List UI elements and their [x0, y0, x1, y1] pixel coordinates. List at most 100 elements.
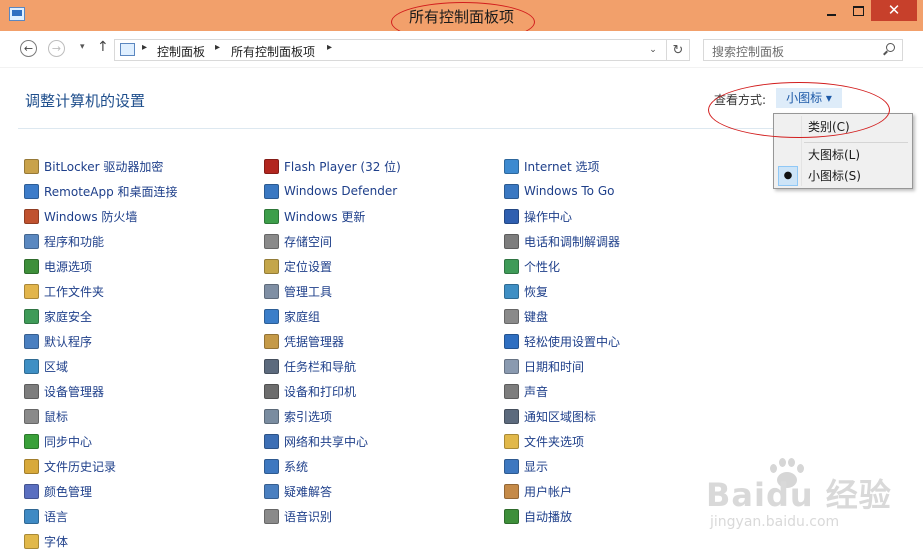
up-button[interactable]: ↑ [97, 39, 109, 55]
close-button[interactable]: ✕ [871, 0, 917, 21]
control-panel-item-label: 家庭安全 [44, 309, 93, 324]
menu-item-large-icons[interactable]: 大图标(L) [776, 145, 910, 165]
search-input[interactable]: 搜索控制面板 [703, 39, 903, 61]
control-panel-item[interactable]: Internet 选项 [504, 155, 599, 177]
control-panel-item-label: Internet 选项 [524, 159, 600, 174]
autoplay-icon [504, 508, 519, 524]
breadcrumb-separator-icon[interactable]: ▸ [142, 42, 147, 53]
control-panel-item-label: 显示 [524, 459, 549, 474]
control-panel-item-label: 电源选项 [44, 259, 93, 274]
control-panel-item-label: Windows 更新 [284, 209, 366, 224]
control-panel-item[interactable]: Windows 防火墙 [24, 205, 137, 227]
control-panel-item-label: 鼠标 [44, 409, 69, 424]
control-panel-item-label: 管理工具 [284, 284, 333, 299]
control-panel-item[interactable]: 管理工具 [264, 280, 332, 302]
control-panel-item-label: 默认程序 [44, 334, 93, 349]
back-button[interactable]: ← [20, 40, 37, 57]
control-panel-item[interactable]: 语言 [24, 505, 68, 527]
control-panel-item[interactable]: 自动播放 [504, 505, 572, 527]
control-panel-item[interactable]: 设备管理器 [24, 380, 104, 402]
address-history-dropdown[interactable]: ⌄ [644, 40, 662, 60]
control-panel-item[interactable]: 程序和功能 [24, 230, 104, 252]
control-panel-item[interactable]: 设备和打印机 [264, 380, 356, 402]
control-panel-item[interactable]: 字体 [24, 530, 68, 552]
breadcrumb-control-panel[interactable]: 控制面板 [157, 43, 205, 60]
control-panel-item[interactable]: 系统 [264, 455, 308, 477]
control-panel-item[interactable]: 个性化 [504, 255, 560, 277]
storage-spaces-icon [264, 233, 279, 249]
close-icon: ✕ [887, 1, 901, 19]
admin-tools-icon [264, 283, 279, 299]
control-panel-item-label: Windows 防火墙 [44, 209, 138, 224]
control-panel-item[interactable]: 任务栏和导航 [264, 355, 356, 377]
control-panel-item[interactable]: 同步中心 [24, 430, 92, 452]
display-icon [504, 458, 519, 474]
minimize-button[interactable] [818, 0, 844, 21]
defender-icon [264, 183, 279, 199]
control-panel-item[interactable]: 鼠标 [24, 405, 68, 427]
keyboard-icon [504, 308, 519, 324]
control-panel-item[interactable]: 通知区域图标 [504, 405, 596, 427]
control-panel-item[interactable]: Flash Player (32 位) [264, 155, 401, 177]
control-panel-item[interactable]: 声音 [504, 380, 548, 402]
forward-button[interactable]: → [48, 40, 65, 57]
menu-item-small-icons[interactable]: ● 小图标(S) [776, 166, 910, 186]
control-panel-item[interactable]: 操作中心 [504, 205, 572, 227]
credential-icon [264, 333, 279, 349]
control-panel-item[interactable]: 文件历史记录 [24, 455, 116, 477]
fonts-icon [24, 533, 39, 549]
printers-icon [264, 383, 279, 399]
control-panel-item-label: RemoteApp 和桌面连接 [44, 184, 178, 199]
remoteapp-icon [24, 183, 39, 199]
control-panel-item[interactable]: Windows 更新 [264, 205, 365, 227]
control-panel-item[interactable]: 家庭安全 [24, 305, 92, 327]
control-panel-item[interactable]: Windows Defender [264, 180, 397, 202]
control-panel-item-label: 系统 [284, 459, 309, 474]
control-panel-item-label: 网络和共享中心 [284, 434, 369, 449]
breadcrumb-all-items[interactable]: 所有控制面板项 [231, 43, 315, 60]
work-folders-icon [24, 283, 39, 299]
control-panel-item[interactable]: BitLocker 驱动器加密 [24, 155, 163, 177]
recent-locations-button[interactable]: ▾ [80, 42, 85, 52]
control-panel-item[interactable]: 网络和共享中心 [264, 430, 368, 452]
control-panel-item-label: 通知区域图标 [524, 409, 597, 424]
control-panel-item[interactable]: 区域 [24, 355, 68, 377]
control-panel-item-label: 颜色管理 [44, 484, 93, 499]
control-panel-item[interactable]: 显示 [504, 455, 548, 477]
control-panel-item[interactable]: 工作文件夹 [24, 280, 104, 302]
control-panel-item[interactable]: 索引选项 [264, 405, 332, 427]
maximize-button[interactable] [845, 0, 871, 21]
control-panel-item[interactable]: 家庭组 [264, 305, 320, 327]
control-panel-item[interactable]: 用户帐户 [504, 480, 572, 502]
address-bar[interactable]: ▸ 控制面板 ▸ 所有控制面板项 ▸ ⌄ ↻ [114, 39, 690, 61]
control-panel-item[interactable]: 存储空间 [264, 230, 332, 252]
programs-icon [24, 233, 39, 249]
control-panel-item[interactable]: RemoteApp 和桌面连接 [24, 180, 178, 202]
control-panel-item[interactable]: 默认程序 [24, 330, 92, 352]
control-panel-item[interactable]: 轻松使用设置中心 [504, 330, 620, 352]
notification-icons-icon [504, 408, 519, 424]
control-panel-item[interactable]: 电话和调制解调器 [504, 230, 620, 252]
breadcrumb-separator-icon[interactable]: ▸ [215, 42, 220, 53]
control-panel-item[interactable]: 键盘 [504, 305, 548, 327]
control-panel-item[interactable]: 文件夹选项 [504, 430, 584, 452]
indexing-icon [264, 408, 279, 424]
internet-options-icon [504, 158, 519, 174]
control-panel-item-label: BitLocker 驱动器加密 [44, 159, 164, 174]
control-panel-item-label: 文件历史记录 [44, 459, 117, 474]
control-panel-item[interactable]: 电源选项 [24, 255, 92, 277]
control-panel-item-label: 操作中心 [524, 209, 573, 224]
control-panel-item[interactable]: 语音识别 [264, 505, 332, 527]
control-panel-item[interactable]: 恢复 [504, 280, 548, 302]
control-panel-item[interactable]: 定位设置 [264, 255, 332, 277]
control-panel-item[interactable]: 凭据管理器 [264, 330, 344, 352]
control-panel-item[interactable]: 日期和时间 [504, 355, 584, 377]
refresh-button[interactable]: ↻ [666, 40, 689, 60]
search-icon[interactable] [882, 43, 896, 57]
breadcrumb-separator-icon[interactable]: ▸ [327, 42, 332, 53]
control-panel-item[interactable]: 颜色管理 [24, 480, 92, 502]
control-panel-item[interactable]: 疑难解答 [264, 480, 332, 502]
control-panel-item-label: 声音 [524, 384, 549, 399]
control-panel-item-label: 疑难解答 [284, 484, 333, 499]
control-panel-item[interactable]: Windows To Go [504, 180, 614, 202]
